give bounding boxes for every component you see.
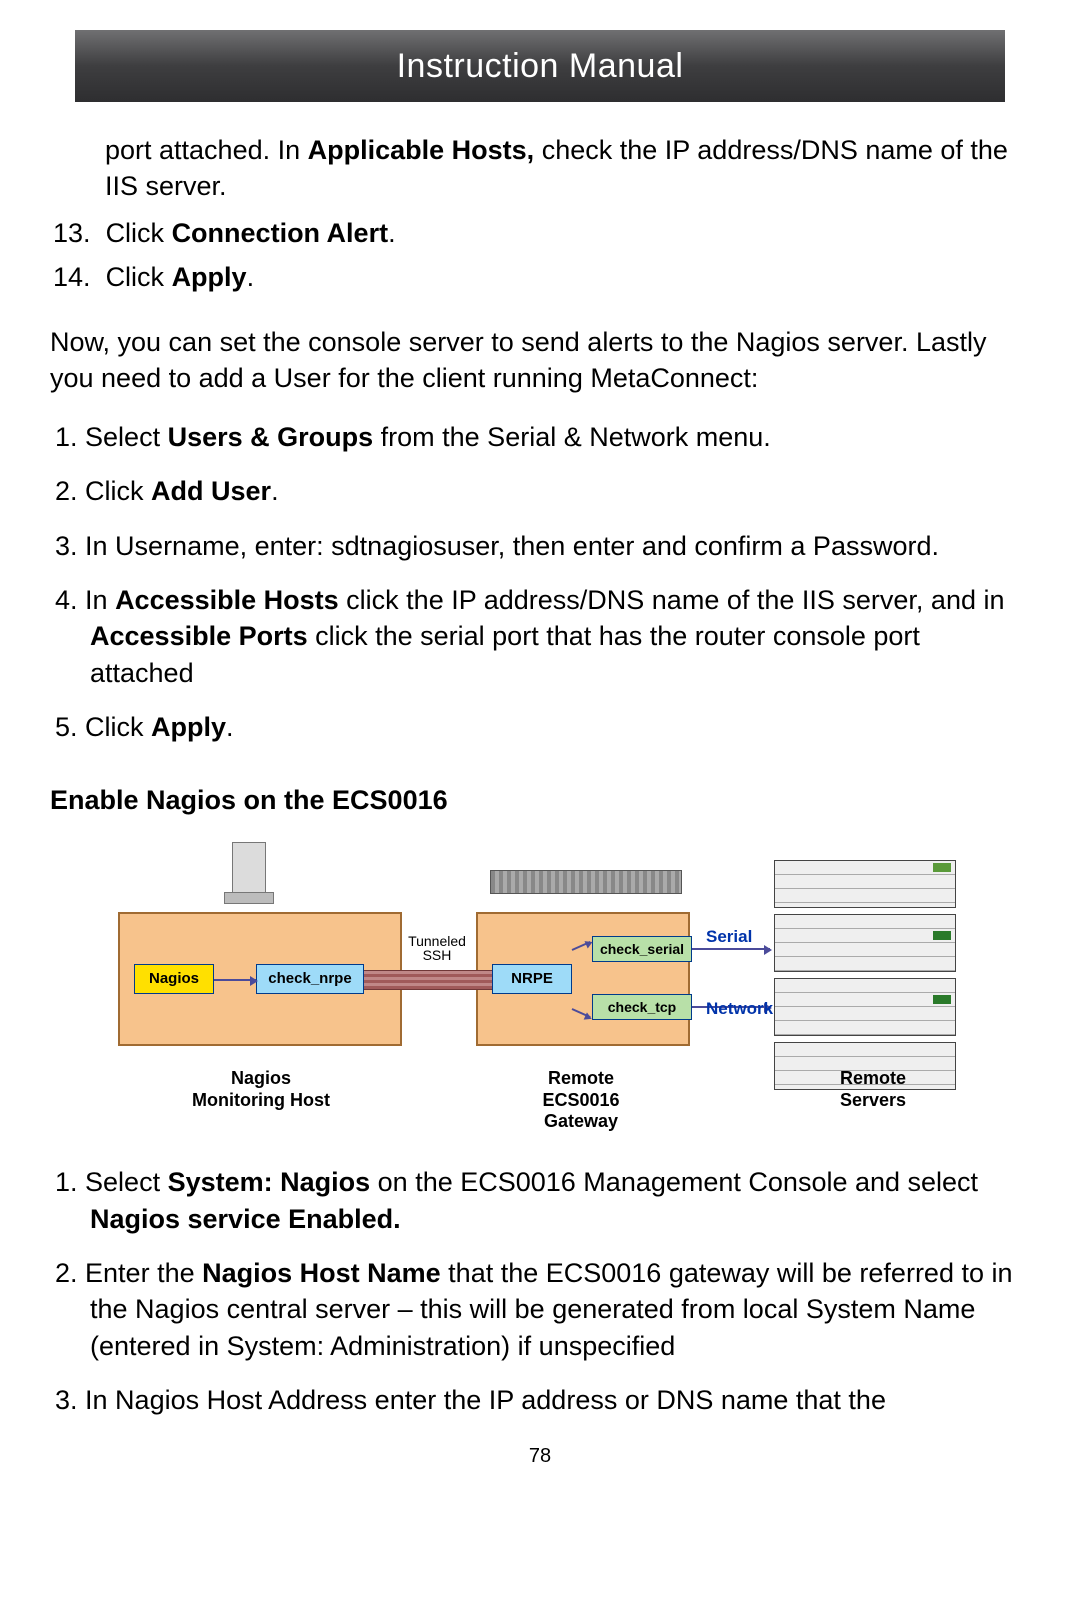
ssh-tunnel-band [364,970,492,990]
node-nagios: Nagios [134,964,214,994]
list-item: 3. In Nagios Host Address enter the IP a… [50,1382,1030,1418]
rack-server-icon [774,860,956,908]
header-title: Instruction Manual [397,47,684,86]
node-nrpe: NRPE [492,964,572,994]
arrow-icon [214,979,256,981]
caption-remote-servers: Remote Servers [808,1068,938,1111]
list-item: 13. Click Connection Alert. [50,215,1030,251]
rack-server-icon [774,914,956,972]
page-number: 78 [50,1443,1030,1470]
paragraph: Now, you can set the console server to s… [50,324,1030,397]
caption-gateway: Remote ECS0016 Gateway [506,1068,656,1133]
list-item: 2. Click Add User. [50,473,1030,509]
list-item: 5. Click Apply. [50,709,1030,745]
node-check-serial: check_serial [592,936,692,962]
node-check-tcp: check_tcp [592,994,692,1020]
caption-nagios-host: Nagios Monitoring Host [166,1068,356,1111]
node-check-nrpe: check_nrpe [256,964,364,994]
nagios-diagram: Nagios check_nrpe NRPE check_serial chec… [106,836,956,1136]
list-item: 1. Select Users & Groups from the Serial… [50,419,1030,455]
rack-switch-icon [490,870,682,894]
list-item: 2. Enter the Nagios Host Name that the E… [50,1255,1030,1364]
list-item: 14. Click Apply. [50,259,1030,295]
list-a: 13. Click Connection Alert. 14. Click Ap… [50,215,1030,296]
rack-server-icon [774,978,956,1036]
list-item: 3. In Username, enter: sdtnagiosuser, th… [50,528,1030,564]
header-bar: Instruction Manual [75,30,1005,102]
label-serial: Serial [706,926,752,949]
list-item: 1. Select System: Nagios on the ECS0016 … [50,1164,1030,1237]
list-c: 1. Select System: Nagios on the ECS0016 … [50,1164,1030,1419]
list-b: 1. Select Users & Groups from the Serial… [50,419,1030,746]
label-tunneled-ssh: Tunneled SSH [396,934,478,962]
server-tower-icon [214,836,284,908]
section-heading: Enable Nagios on the ECS0016 [50,782,1030,818]
list-item: 4. In Accessible Hosts click the IP addr… [50,582,1030,691]
intro-continuation: port attached. In Applicable Hosts, chec… [50,132,1030,205]
label-network: Network [706,998,773,1021]
